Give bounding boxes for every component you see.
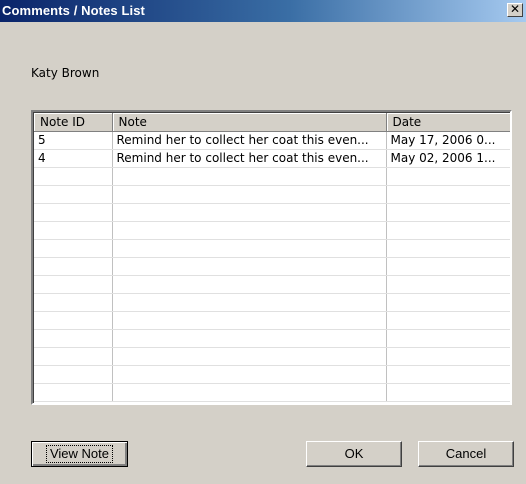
- date-cell: [386, 203, 510, 222]
- table-row[interactable]: 4 Remind her to collect her coat this eve…: [34, 149, 510, 168]
- note-id-cell: [34, 311, 113, 330]
- note-id-cell: [34, 185, 113, 204]
- notes-table: Note ID Note Date 5 Remind her to collect…: [34, 113, 510, 402]
- note-id-cell: [34, 167, 113, 186]
- date-cell: [386, 275, 510, 294]
- note-cell: [112, 203, 387, 222]
- table-row[interactable]: [34, 365, 510, 384]
- date-cell: [386, 329, 510, 348]
- table-row[interactable]: [34, 293, 510, 312]
- table-row[interactable]: [34, 239, 510, 258]
- note-cell: [112, 185, 387, 204]
- table-row[interactable]: [34, 185, 510, 204]
- note-id-cell: [34, 221, 113, 240]
- note-cell: Remind her to collect her coat this even…: [112, 131, 387, 150]
- column-header-note-id[interactable]: Note ID: [34, 113, 113, 132]
- note-cell: [112, 221, 387, 240]
- table-row[interactable]: [34, 275, 510, 294]
- customer-name-label: Katy Brown: [31, 66, 100, 80]
- note-cell: [112, 311, 387, 330]
- note-cell: [112, 167, 387, 186]
- date-cell: May 02, 2006 1...: [386, 149, 510, 168]
- note-cell: [112, 347, 387, 366]
- note-id-cell: [34, 257, 113, 276]
- notes-grid[interactable]: Note ID Note Date 5 Remind her to collect…: [31, 110, 512, 405]
- cancel-button[interactable]: Cancel: [418, 441, 514, 467]
- note-id-cell: [34, 203, 113, 222]
- table-row[interactable]: [34, 329, 510, 348]
- ok-button[interactable]: OK: [306, 441, 402, 467]
- table-row[interactable]: [34, 257, 510, 276]
- note-cell: [112, 239, 387, 258]
- date-cell: [386, 293, 510, 312]
- note-id-cell: [34, 293, 113, 312]
- table-row[interactable]: [34, 221, 510, 240]
- note-cell: [112, 275, 387, 294]
- note-cell: [112, 293, 387, 312]
- table-row[interactable]: [34, 347, 510, 366]
- date-cell: [386, 347, 510, 366]
- note-id-cell: [34, 275, 113, 294]
- table-row[interactable]: [34, 167, 510, 186]
- note-id-cell: [34, 329, 113, 348]
- table-row[interactable]: [34, 203, 510, 222]
- table-row[interactable]: 5 Remind her to collect her coat this eve…: [34, 131, 510, 150]
- note-id-cell: [34, 239, 113, 258]
- date-cell: [386, 311, 510, 330]
- date-cell: [386, 365, 510, 384]
- date-cell: May 17, 2006 0...: [386, 131, 510, 150]
- note-cell: [112, 365, 387, 384]
- title-bar: Comments / Notes List ✕: [0, 0, 526, 22]
- note-id-cell: [34, 347, 113, 366]
- close-icon[interactable]: ✕: [507, 3, 523, 17]
- note-id-cell: [34, 365, 113, 384]
- date-cell: [386, 221, 510, 240]
- note-id-cell: 4: [34, 149, 113, 168]
- date-cell: [386, 185, 510, 204]
- table-row[interactable]: [34, 383, 510, 402]
- window-title: Comments / Notes List: [2, 3, 145, 18]
- note-id-cell: 5: [34, 131, 113, 150]
- view-note-button[interactable]: View Note: [31, 441, 128, 467]
- date-cell: [386, 167, 510, 186]
- table-row[interactable]: [34, 311, 510, 330]
- header-row: Note ID Note Date: [34, 113, 510, 132]
- note-cell: [112, 257, 387, 276]
- note-cell: [112, 383, 387, 402]
- note-cell: [112, 329, 387, 348]
- date-cell: [386, 383, 510, 402]
- date-cell: [386, 257, 510, 276]
- column-header-date[interactable]: Date: [386, 113, 510, 132]
- view-note-label: View Note: [45, 445, 113, 463]
- note-cell: Remind her to collect her coat this even…: [112, 149, 387, 168]
- note-id-cell: [34, 383, 113, 402]
- column-header-note[interactable]: Note: [112, 113, 387, 132]
- date-cell: [386, 239, 510, 258]
